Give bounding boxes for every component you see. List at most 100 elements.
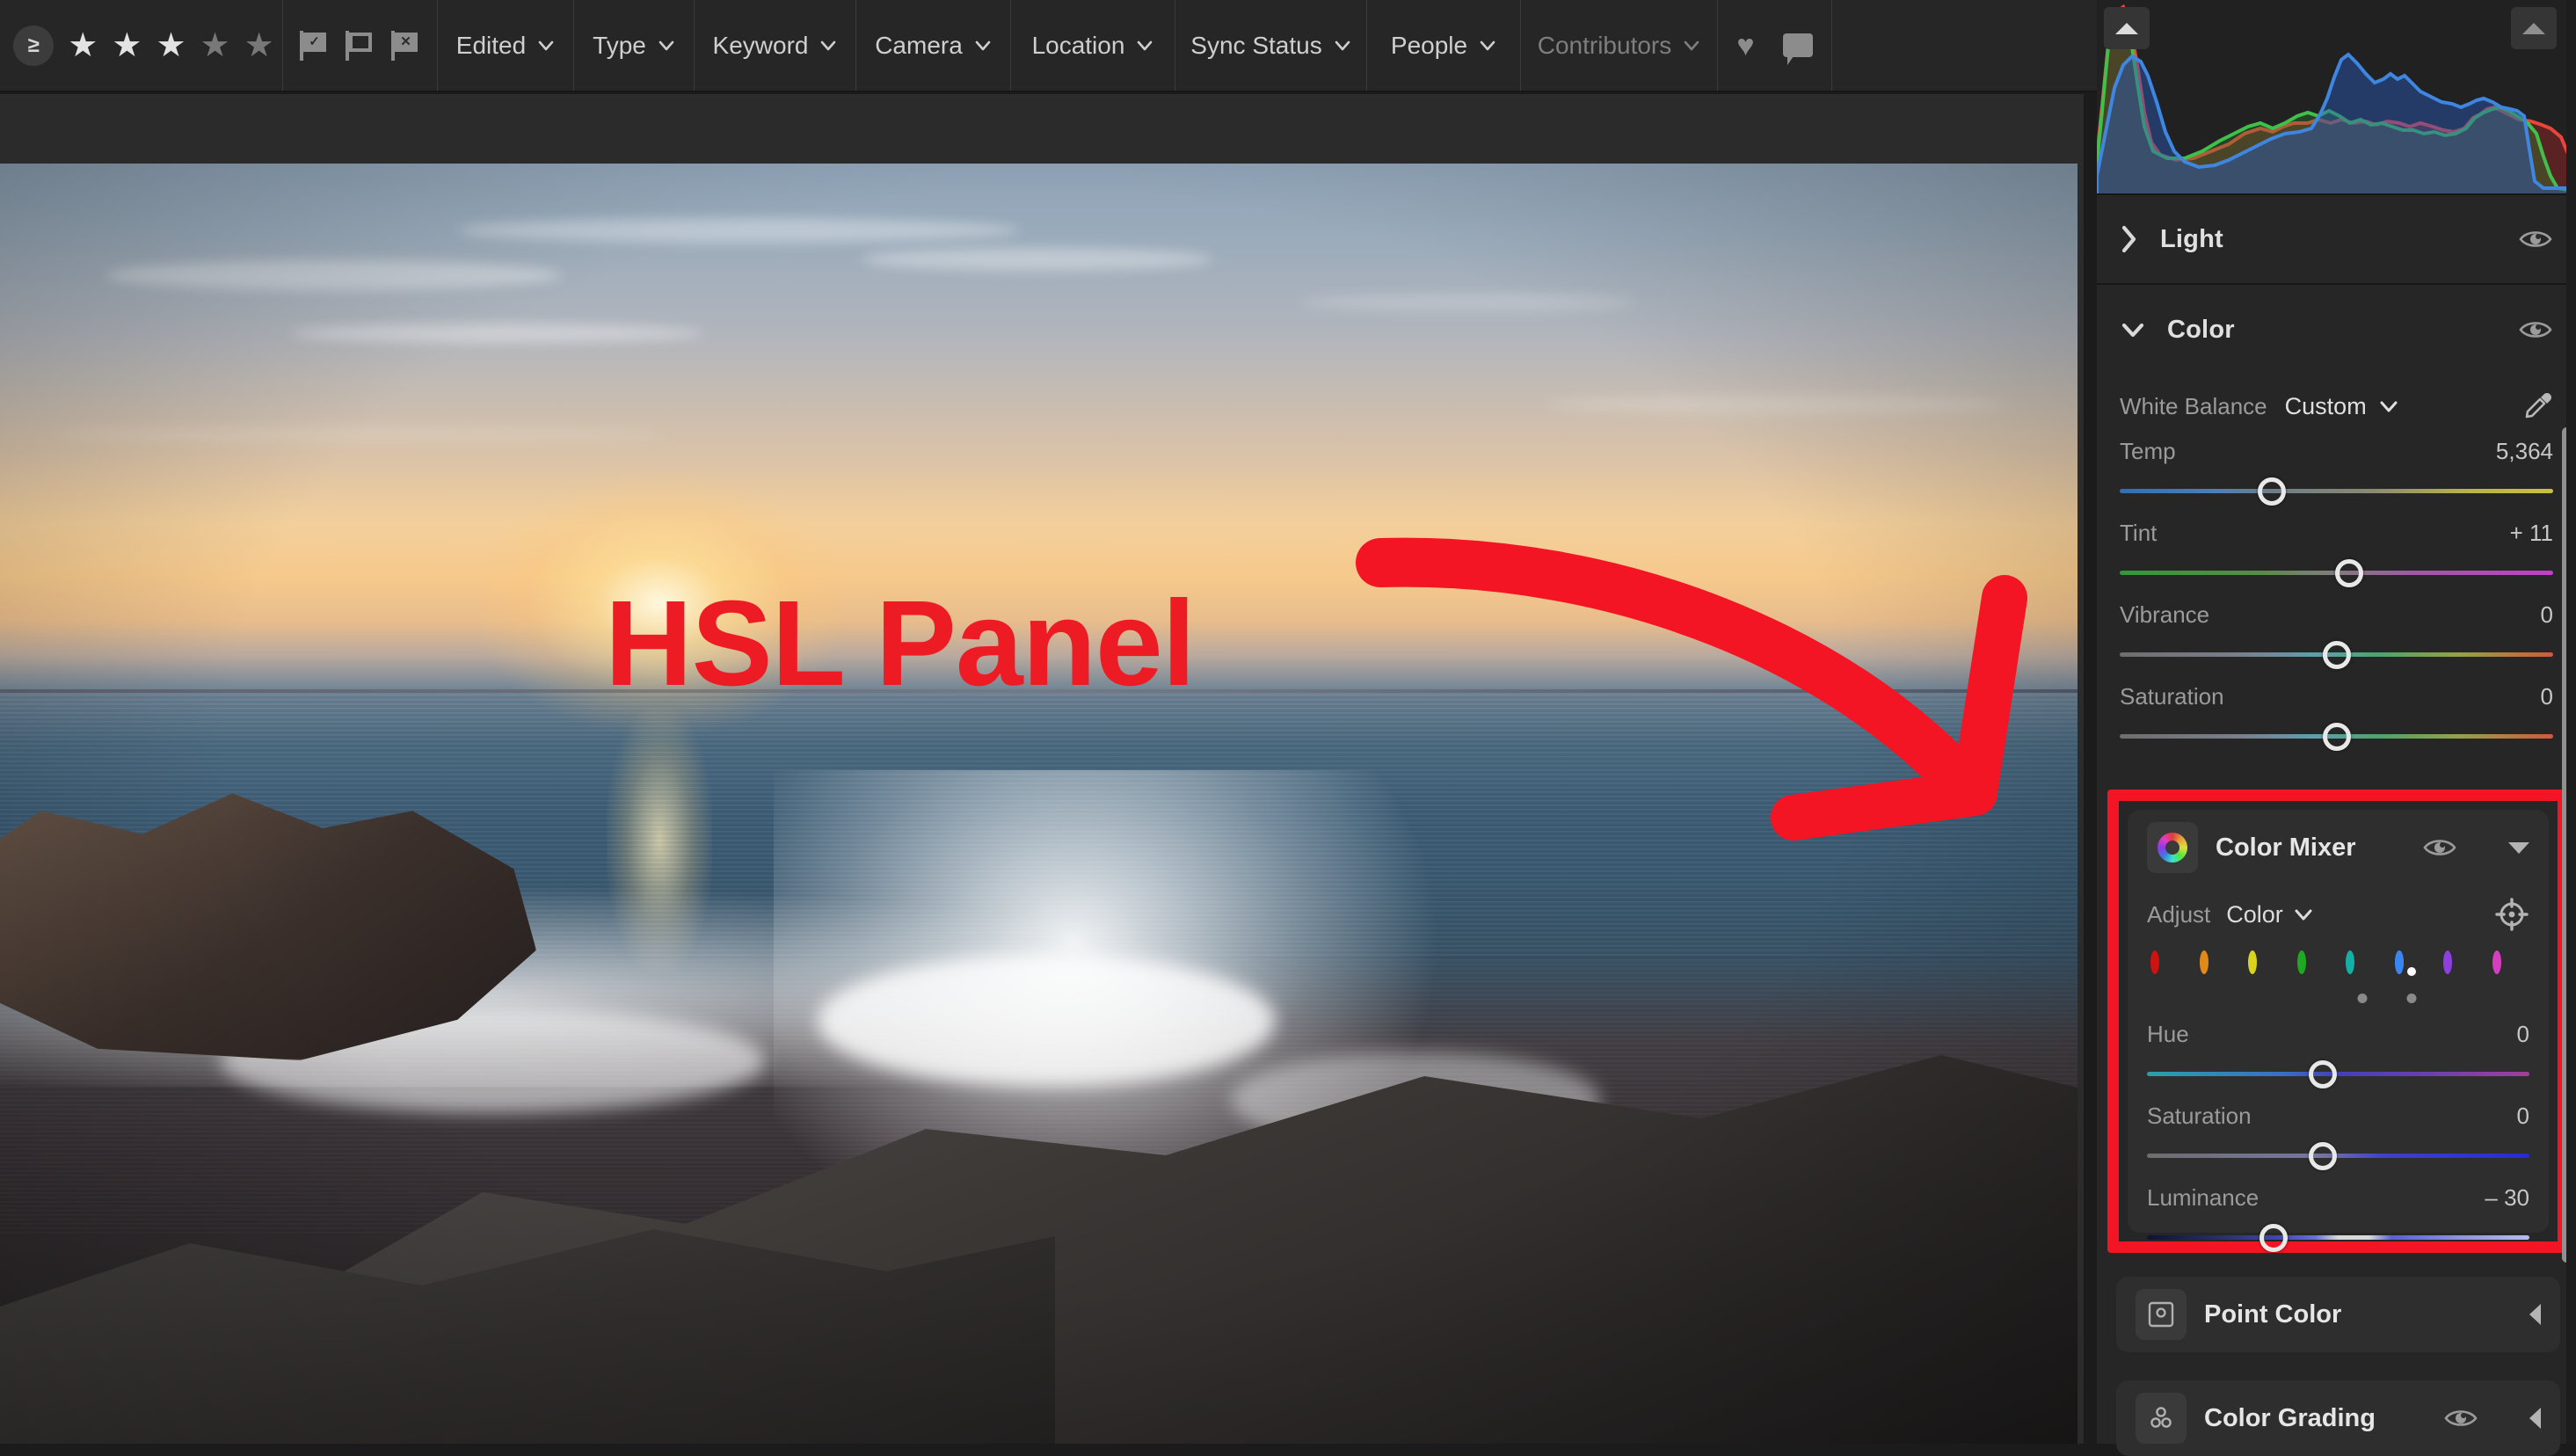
section-light[interactable]: Light <box>2097 195 2576 285</box>
slider-saturation-knob[interactable] <box>2322 722 2351 751</box>
slider-saturation-track[interactable] <box>2120 722 2553 751</box>
eyedropper-icon[interactable] <box>2520 389 2553 423</box>
chevron-down-icon <box>1136 37 1153 55</box>
collapse-triangle-down-icon[interactable] <box>2508 841 2529 854</box>
slider-temp-value: 5,364 <box>2495 438 2553 464</box>
slider-vibrance-knob[interactable] <box>2322 640 2351 669</box>
slider-tint-value: + 11 <box>2509 520 2553 546</box>
eye-icon[interactable] <box>2422 835 2457 860</box>
menu-type[interactable]: Type <box>574 0 695 91</box>
shadow-clipping-toggle[interactable] <box>2104 7 2150 49</box>
slider-tint-knob[interactable] <box>2335 558 2364 587</box>
swatch-purple[interactable] <box>2443 950 2477 988</box>
slider-saturation[interactable]: Saturation 0 <box>2097 683 2576 751</box>
annotation-label: HSL Panel <box>605 576 1196 711</box>
star-2[interactable]: ★ <box>112 29 142 62</box>
menu-sync-status[interactable]: Sync Status <box>1175 0 1367 91</box>
slider-hue[interactable]: Hue 0 <box>2147 1021 2529 1088</box>
edit-panel: Light Color White Balance Custom Temp 5,… <box>2097 0 2576 1456</box>
star-3[interactable]: ★ <box>156 29 186 62</box>
slider-luminance-value: – 30 <box>2485 1184 2529 1211</box>
slider-mixer-saturation-label: Saturation <box>2147 1103 2252 1129</box>
chevron-right-icon[interactable] <box>2120 224 2139 254</box>
section-color[interactable]: Color <box>2097 285 2576 375</box>
slider-luminance-label: Luminance <box>2147 1184 2259 1211</box>
swatch-aqua[interactable] <box>2346 950 2379 1003</box>
menu-type-label: Type <box>593 31 646 59</box>
swatch-red[interactable] <box>2150 950 2184 988</box>
chevron-down-icon <box>658 37 675 55</box>
color-mixer-header[interactable]: Color Mixer <box>2147 810 2529 885</box>
section-color-grading[interactable]: Color Grading <box>2116 1380 2560 1456</box>
slider-mixer-saturation-track[interactable] <box>2147 1141 2529 1170</box>
slider-luminance-knob[interactable] <box>2259 1223 2288 1252</box>
slider-mixer-saturation[interactable]: Saturation 0 <box>2147 1103 2529 1170</box>
rating-operator-badge[interactable]: ≥ <box>13 25 55 66</box>
adjust-row[interactable]: Adjust Color <box>2147 885 2529 943</box>
slider-mixer-saturation-knob[interactable] <box>2309 1141 2338 1170</box>
color-grading-title: Color Grading <box>2204 1403 2376 1432</box>
menu-people[interactable]: People <box>1367 0 1521 91</box>
menu-keyword[interactable]: Keyword <box>695 0 856 91</box>
target-adjust-icon[interactable] <box>2494 897 2529 932</box>
slider-vibrance-track[interactable] <box>2120 640 2553 669</box>
flag-unflagged-icon[interactable] <box>345 30 375 61</box>
section-color-label: Color <box>2167 315 2235 344</box>
slider-temp-label: Temp <box>2120 438 2176 464</box>
menu-camera[interactable]: Camera <box>856 0 1011 91</box>
color-mixer-highlight-box: Color Mixer Adjust Color Hue 0 Saturatio… <box>2107 790 2569 1253</box>
slider-vibrance-label: Vibrance <box>2120 601 2210 628</box>
slider-temp-knob[interactable] <box>2257 477 2286 506</box>
section-point-color[interactable]: Point Color <box>2116 1277 2560 1352</box>
slider-temp[interactable]: Temp 5,364 <box>2097 438 2576 506</box>
star-1[interactable]: ★ <box>68 29 98 62</box>
white-balance-select[interactable]: Custom <box>2285 393 2398 420</box>
color-swatch-row[interactable] <box>2147 943 2529 1003</box>
histogram[interactable] <box>2097 0 2576 195</box>
photo-preview[interactable] <box>0 164 2078 1444</box>
menu-contributors[interactable]: Contributors <box>1521 0 1718 91</box>
adjust-label: Adjust <box>2147 900 2211 928</box>
expand-triangle-left-icon[interactable] <box>2529 1408 2541 1429</box>
slider-hue-label: Hue <box>2147 1021 2189 1047</box>
slider-temp-track[interactable] <box>2120 477 2553 506</box>
flag-filter[interactable]: ✓ ✕ <box>283 0 438 91</box>
star-5[interactable]: ★ <box>244 29 274 62</box>
swatch-green[interactable] <box>2296 950 2331 988</box>
color-mixer-panel: Color Mixer Adjust Color Hue 0 Saturatio… <box>2128 810 2549 1252</box>
slider-tint-track[interactable] <box>2120 558 2553 587</box>
rating-filter[interactable]: ≥ ★ ★ ★ ★ ★ <box>0 0 283 91</box>
favorite-heart-icon[interactable]: ♥ <box>1736 31 1754 61</box>
flag-picked-icon[interactable]: ✓ <box>299 30 330 61</box>
color-grading-icon <box>2136 1393 2187 1444</box>
white-balance-label: White Balance <box>2120 392 2267 419</box>
slider-mixer-saturation-value: 0 <box>2516 1103 2529 1129</box>
menu-edited[interactable]: Edited <box>438 0 574 91</box>
eye-icon[interactable] <box>2518 317 2553 342</box>
slider-hue-track[interactable] <box>2147 1059 2529 1088</box>
swatch-orange[interactable] <box>2199 950 2233 988</box>
chevron-down-icon <box>2380 401 2398 412</box>
chevron-down-icon[interactable] <box>2120 320 2146 339</box>
slider-luminance-track[interactable] <box>2147 1223 2529 1252</box>
adjust-value: Color <box>2226 900 2283 928</box>
slider-vibrance[interactable]: Vibrance 0 <box>2097 601 2576 669</box>
eye-icon[interactable] <box>2518 227 2553 251</box>
menu-location[interactable]: Location <box>1011 0 1175 91</box>
flag-rejected-icon[interactable]: ✕ <box>390 30 421 61</box>
menu-keyword-label: Keyword <box>712 31 809 59</box>
slider-luminance[interactable]: Luminance – 30 <box>2147 1184 2529 1252</box>
chevron-down-icon <box>974 37 992 55</box>
eye-icon[interactable] <box>2443 1406 2478 1431</box>
comment-bubble-icon[interactable] <box>1782 33 1813 65</box>
swatch-yellow[interactable] <box>2248 950 2281 988</box>
highlight-clipping-toggle[interactable] <box>2511 7 2557 49</box>
white-balance-row[interactable]: White Balance Custom <box>2097 375 2576 438</box>
slider-tint[interactable]: Tint + 11 <box>2097 520 2576 587</box>
swatch-magenta[interactable] <box>2492 950 2526 988</box>
swatch-blue[interactable] <box>2394 950 2428 1003</box>
expand-triangle-left-icon[interactable] <box>2529 1304 2541 1325</box>
adjust-select[interactable]: Color <box>2226 901 2313 928</box>
star-4[interactable]: ★ <box>200 29 230 62</box>
slider-hue-knob[interactable] <box>2309 1059 2338 1088</box>
